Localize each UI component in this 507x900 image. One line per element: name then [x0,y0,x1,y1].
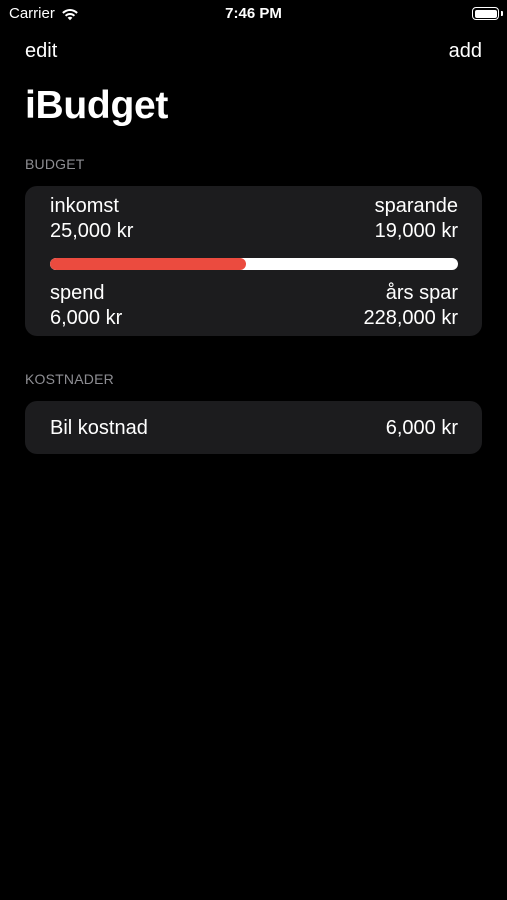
spend-value: 6,000 kr [50,307,123,329]
battery-icon [472,7,499,20]
yearly-savings-label: års spar [385,282,458,304]
status-bar: Carrier 7:46 PM [0,0,507,30]
cost-list-item[interactable]: Bil kostnad 6,000 kr [25,401,482,454]
page-title: iBudget [25,84,169,127]
cost-amount: 6,000 kr [385,417,458,439]
costs-section-header: KOSTNADER [25,371,114,387]
yearly-savings-value: 228,000 kr [363,307,458,329]
budget-section-header: BUDGET [25,156,85,172]
status-time: 7:46 PM [225,5,282,22]
budget-progress-fill [50,258,246,270]
spend-label: spend [50,282,105,304]
income-value: 25,000 kr [50,220,134,242]
edit-button[interactable]: edit [25,40,57,63]
add-button[interactable]: add [449,40,482,63]
savings-label: sparande [374,195,458,217]
budget-progress-bar [50,258,458,270]
battery-cap [501,11,503,16]
income-label: inkomst [50,195,119,217]
savings-value: 19,000 kr [374,220,458,242]
budget-card: inkomst 25,000 kr sparande 19,000 kr spe… [25,186,482,336]
battery-level [474,9,497,18]
cost-name: Bil kostnad [50,417,148,439]
